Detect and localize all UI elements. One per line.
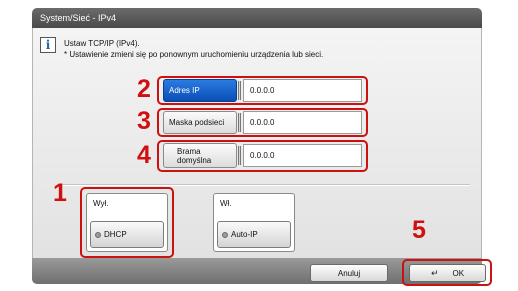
callout-frame-dhcp xyxy=(80,187,174,258)
autoip-button-label: Auto-IP xyxy=(231,230,258,239)
autoip-group: Wł. Auto-IP xyxy=(213,193,295,252)
callout-number-2: 2 xyxy=(137,75,151,103)
cancel-button-label: Anuluj xyxy=(337,268,361,278)
callout-number-3: 3 xyxy=(137,107,151,135)
callout-number-4: 4 xyxy=(137,141,151,169)
info-line-2: * Ustawienie zmieni się po ponownym uruc… xyxy=(64,50,324,59)
callout-frame-ip-address xyxy=(157,76,368,105)
radio-indicator-icon xyxy=(222,231,228,238)
window-title-bar: System/Sieć - IPv4 xyxy=(32,8,482,28)
callout-number-1: 1 xyxy=(53,179,67,207)
info-message: Ustaw TCP/IP (IPv4). * Ustawienie zmieni… xyxy=(64,38,464,60)
window-title: System/Sieć - IPv4 xyxy=(40,13,117,23)
callout-frame-subnet-mask xyxy=(157,108,368,137)
autoip-button[interactable]: Auto-IP xyxy=(217,221,291,248)
autoip-state-label: Wł. xyxy=(220,199,232,208)
callout-number-5: 5 xyxy=(412,216,426,244)
callout-frame-ok xyxy=(402,259,492,286)
callout-frame-default-gateway xyxy=(157,140,368,172)
section-divider xyxy=(62,184,470,186)
info-icon: i xyxy=(40,37,56,53)
info-line-1: Ustaw TCP/IP (IPv4). xyxy=(64,39,140,48)
cancel-button[interactable]: Anuluj xyxy=(310,264,388,282)
